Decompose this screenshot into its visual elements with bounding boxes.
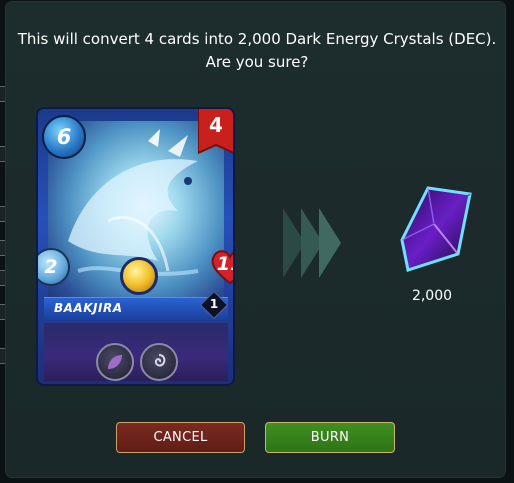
health-stat: 11 [210,249,233,285]
burn-button[interactable]: BURN [265,422,395,453]
cancel-button[interactable]: CANCEL [116,422,245,453]
confirmation-question: Are you sure? [205,53,309,71]
confirmation-message: This will convert 4 cards into 2,000 Dar… [0,28,514,74]
card-ability-panel [44,323,228,381]
card-level: 1 [209,297,219,311]
card-count-ribbon: 4 [197,109,233,157]
mana-cost-badge: 6 [42,115,86,159]
triple-chevron-right-icon [283,208,345,278]
health-value: 11 [216,253,233,275]
speed-orb-icon [120,257,158,295]
confirmation-message-line: This will convert 4 cards into 2,000 Dar… [17,30,497,48]
card-name: BAAKJIRA [54,301,123,315]
card-name-bar: BAAKJIRA [44,297,228,320]
leaf-icon [96,343,134,381]
monster-card: 6 4 2 11 BAAKJIRA 1 [36,107,235,386]
swirl-icon [140,343,178,381]
dec-amount: 2,000 [411,288,453,304]
card-count: 4 [209,113,223,137]
dark-energy-crystal-icon [398,184,476,276]
